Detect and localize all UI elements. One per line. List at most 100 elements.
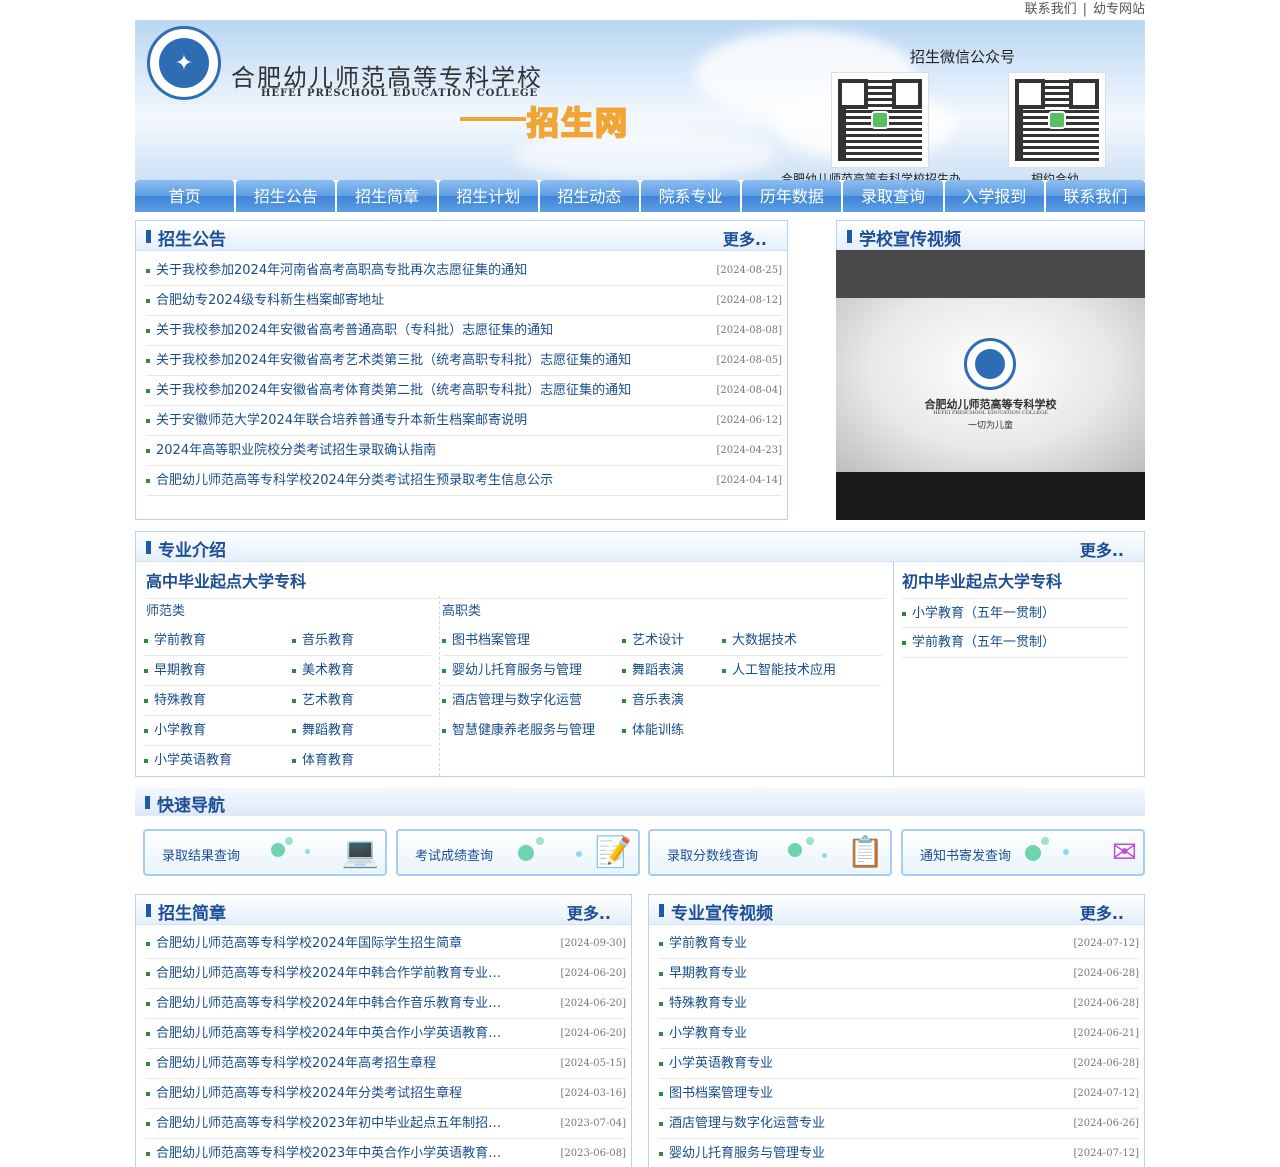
list-item: 学前教育专业 [2024-07-12] [659,929,1139,959]
major-link[interactable]: 小学教育（五年一贯制） [902,599,1055,629]
notice-date: [2024-08-04] [716,385,782,396]
notice-link[interactable]: 关于安徽师范大学2024年联合培养普通专升本新生档案邮寄说明 [156,406,527,436]
brochure-link[interactable]: 合肥幼儿师范高等专科学校2024年中韩合作学前教育专业… [156,959,501,989]
notice-date: [2024-08-25] [716,265,782,276]
brochure-link[interactable]: 合肥幼儿师范高等专科学校2023年中英合作小学英语教育… [156,1139,501,1167]
quick-nav-label: 通知书寄发查询 [920,849,1012,864]
brochure-date: [2024-09-30] [560,938,626,949]
list-item: 合肥幼儿师范高等专科学校2023年初中毕业起点五年制招… [2023-07-04] [146,1109,626,1139]
notice-link[interactable]: 合肥幼专2024级专科新生档案邮寄地址 [156,286,384,316]
majors-more-link[interactable]: 更多.. [1080,537,1124,561]
list-item: 关于我校参加2024年安徽省高考艺术类第三批（统考高职专科批）志愿征集的通知 [2… [146,346,782,376]
video-link[interactable]: 图书档案管理专业 [669,1079,773,1109]
admission-result-query-button[interactable]: 录取结果查询 💻 [143,829,387,876]
major-link[interactable]: 体育教育 [292,746,354,776]
brochure-header: 招生简章 更多.. [136,895,631,925]
score-line-query-button[interactable]: 录取分数线查询 📋 [648,829,892,876]
major-link[interactable]: 音乐表演 [622,686,684,716]
brochure-date: [2023-07-04] [560,1118,626,1129]
major-link[interactable]: 小学英语教育 [144,746,232,776]
document-pen-icon: 📋 [846,835,884,870]
major-link[interactable]: 音乐教育 [292,626,354,656]
major-link[interactable]: 体能训练 [622,716,684,746]
major-link[interactable]: 图书档案管理 [442,626,530,656]
video-date: [2024-06-28] [1073,998,1139,1009]
promo-video-header: 学校宣传视频 [837,221,1144,251]
exam-score-query-button[interactable]: 考试成绩查询 📝 [396,829,640,876]
notices-more-link[interactable]: 更多.. [723,226,767,250]
brochure-link[interactable]: 合肥幼儿师范高等专科学校2024年国际学生招生简章 [156,929,462,959]
list-item: 合肥幼儿师范高等专科学校2023年中英合作小学英语教育… [2023-06-08] [146,1139,626,1167]
list-item: 合肥幼儿师范高等专科学校2024年分类考试招生章程 [2024-03-16] [146,1079,626,1109]
video-link[interactable]: 特殊教育专业 [669,989,747,1019]
major-link[interactable]: 学前教育 [144,626,206,656]
header-marker [146,230,151,243]
video-link[interactable]: 小学教育专业 [669,1019,747,1049]
notice-date: [2024-06-12] [716,415,782,426]
junior-title: 初中毕业起点大学专科 [902,572,1063,591]
header-marker [146,541,151,554]
brochure-link[interactable]: 合肥幼儿师范高等专科学校2024年分类考试招生章程 [156,1079,462,1109]
brochure-box: 招生简章 更多.. 合肥幼儿师范高等专科学校2024年国际学生招生简章 [2024… [135,894,632,1167]
notices-header: 招生公告 更多.. [136,221,787,251]
major-videos-more-link[interactable]: 更多.. [1080,900,1124,924]
notice-link[interactable]: 合肥幼儿师范高等专科学校2024年分类考试招生预录取考生信息公示 [156,466,553,496]
notice-link[interactable]: 关于我校参加2024年安徽省高考普通高职（专科批）志愿征集的通知 [156,316,553,346]
list-item: 合肥幼儿师范高等专科学校2024年高考招生章程 [2024-05-15] [146,1049,626,1079]
major-link[interactable]: 人工智能技术应用 [722,656,836,686]
video-control-bar [836,472,1145,520]
brochure-date: [2024-06-20] [560,998,626,1009]
promo-video-title: 学校宣传视频 [859,230,961,250]
list-item: 合肥幼专2024级专科新生档案邮寄地址 [2024-08-12] [146,286,782,316]
list-item: 小学教育专业 [2024-06-21] [659,1019,1139,1049]
video-link[interactable]: 小学英语教育专业 [669,1049,773,1079]
promo-video-box: 学校宣传视频 [836,220,1145,251]
video-frame: 合肥幼儿师范高等专科学校 HEFEI PRESCHOOL EDUCATION C… [836,298,1145,472]
promo-video-player[interactable]: 合肥幼儿师范高等专科学校 HEFEI PRESCHOOL EDUCATION C… [836,250,1145,520]
brochure-date: [2024-06-20] [560,968,626,979]
major-link[interactable]: 艺术教育 [292,686,354,716]
major-link[interactable]: 美术教育 [292,656,354,686]
table-row: 特殊教育 艺术教育 [144,686,431,716]
major-link[interactable]: 早期教育 [144,656,206,686]
list-item: 合肥幼儿师范高等专科学校2024年中韩合作音乐教育专业… [2024-06-20] [146,989,626,1019]
notice-link[interactable]: 关于我校参加2024年河南省高考高职高专批再次志愿征集的通知 [156,256,527,286]
table-row: 小学教育 舞蹈教育 [144,716,431,746]
header-marker [145,796,150,809]
major-link[interactable]: 智慧健康养老服务与管理 [442,716,595,746]
envelope-question-icon: ✉ [1111,835,1137,870]
video-link[interactable]: 早期教育专业 [669,959,747,989]
brochure-link[interactable]: 合肥幼儿师范高等专科学校2024年中英合作小学英语教育… [156,1019,501,1049]
major-link[interactable]: 大数据技术 [722,626,797,656]
major-link[interactable]: 学前教育（五年一贯制） [902,628,1055,658]
brochure-date: [2024-06-20] [560,1028,626,1039]
video-link[interactable]: 酒店管理与数字化运营专业 [669,1109,825,1139]
major-link[interactable]: 婴幼儿托育服务与管理 [442,656,582,686]
brochure-more-link[interactable]: 更多.. [567,900,611,924]
brochure-link[interactable]: 合肥幼儿师范高等专科学校2024年中韩合作音乐教育专业… [156,989,501,1019]
major-link[interactable]: 艺术设计 [622,626,684,656]
brochure-link[interactable]: 合肥幼儿师范高等专科学校2024年高考招生章程 [156,1049,436,1079]
notice-link[interactable]: 关于我校参加2024年安徽省高考体育类第二批（统考高职专科批）志愿征集的通知 [156,376,631,406]
video-date: [2024-06-21] [1073,1028,1139,1039]
video-date: [2024-07-12] [1073,1148,1139,1159]
major-link[interactable]: 特殊教育 [144,686,206,716]
notice-mailing-query-button[interactable]: 通知书寄发查询 ✉ [901,829,1145,876]
list-item: 合肥幼儿师范高等专科学校2024年中英合作小学英语教育… [2024-06-20] [146,1019,626,1049]
notice-link[interactable]: 2024年高等职业院校分类考试招生录取确认指南 [156,436,436,466]
notice-link[interactable]: 关于我校参加2024年安徽省高考艺术类第三批（统考高职专科批）志愿征集的通知 [156,346,631,376]
major-videos-header: 专业宣传视频 更多.. [649,895,1144,925]
quick-nav-label: 录取分数线查询 [667,849,759,864]
major-link[interactable]: 小学教育 [144,716,206,746]
major-link[interactable]: 舞蹈表演 [622,656,684,686]
video-link[interactable]: 学前教育专业 [669,929,747,959]
table-row: 小学教育（五年一贯制） [902,598,1128,628]
video-link[interactable]: 婴幼儿托育服务与管理专业 [669,1139,825,1167]
major-link[interactable]: 酒店管理与数字化运营 [442,686,582,716]
video-date: [2024-06-28] [1073,968,1139,979]
major-link[interactable]: 舞蹈教育 [292,716,354,746]
notice-date: [2024-04-23] [716,445,782,456]
list-item: 酒店管理与数字化运营专业 [2024-06-26] [659,1109,1139,1139]
notice-date: [2024-08-12] [716,295,782,306]
brochure-link[interactable]: 合肥幼儿师范高等专科学校2023年初中毕业起点五年制招… [156,1109,501,1139]
